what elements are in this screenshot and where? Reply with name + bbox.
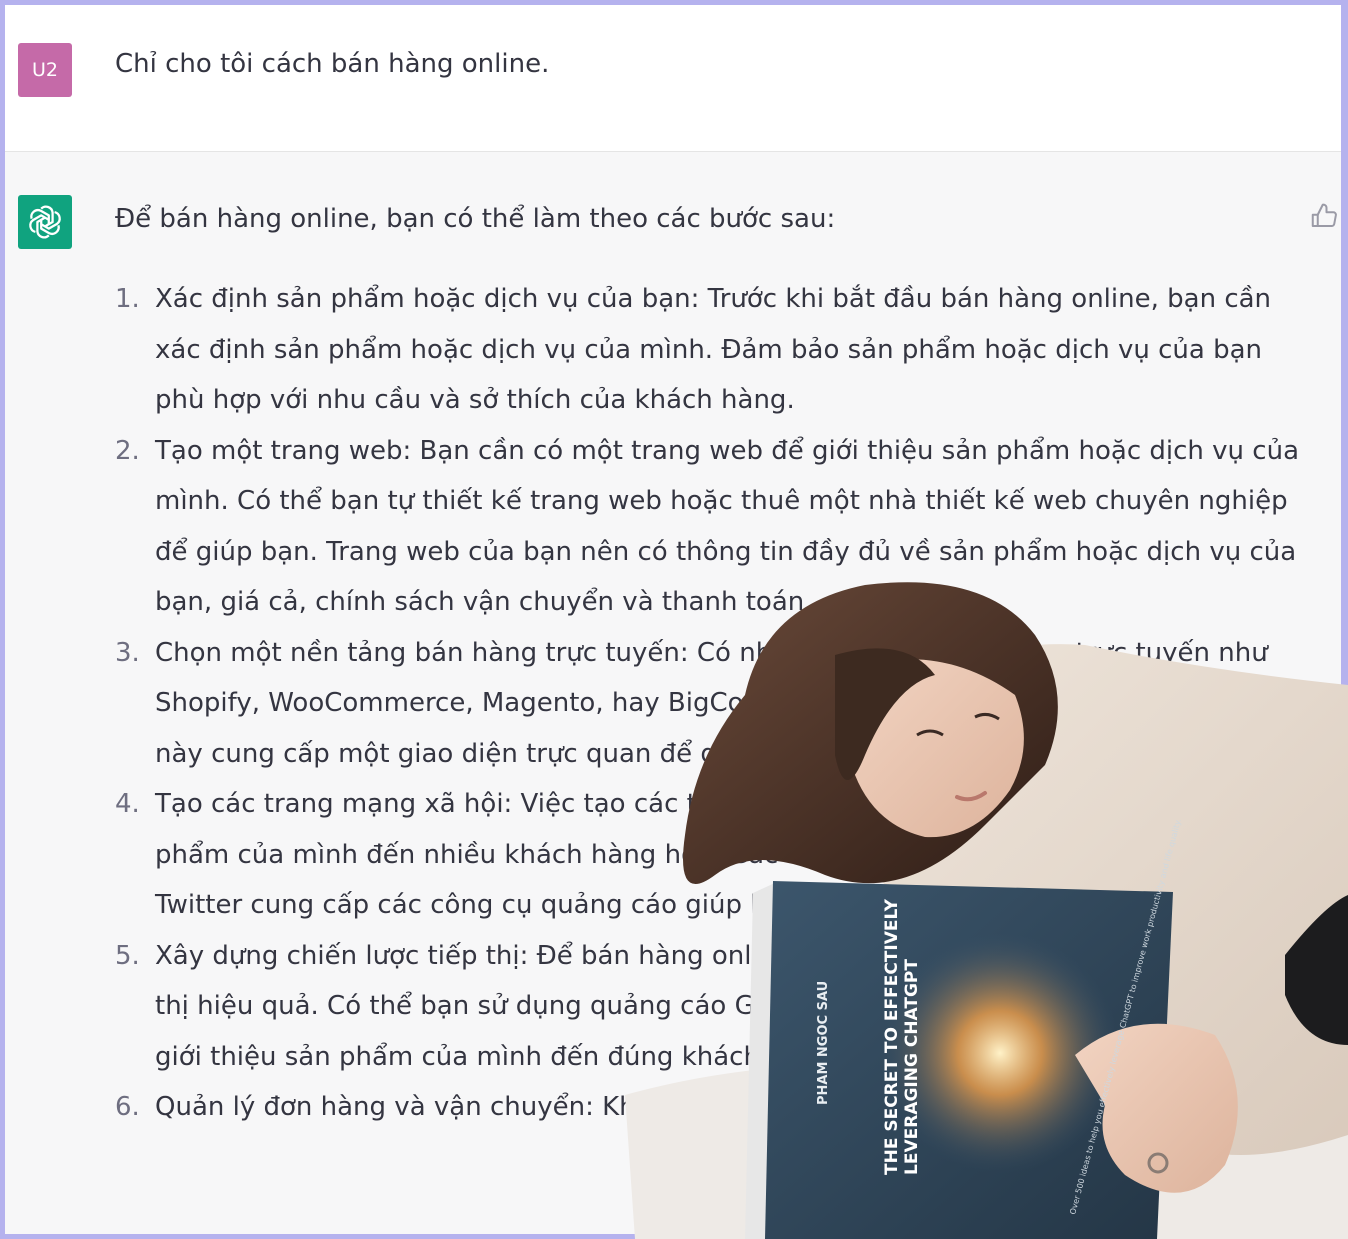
- assistant-avatar: [18, 195, 72, 249]
- book-title-line1: THE SECRET TO EFFECTIVELY: [882, 898, 902, 1175]
- list-item: 1. Xác định sản phẩm hoặc dịch vụ của bạn…: [115, 274, 1305, 426]
- list-number: 5.: [115, 940, 140, 971]
- list-item-text: Xác định sản phẩm hoặc dịch vụ của bạn: …: [155, 284, 1272, 415]
- user-avatar: U2: [18, 43, 72, 97]
- woman-reading-book-photo: PHAM NGOC SAU THE SECRET TO EFFECTIVELY …: [625, 582, 1348, 1239]
- user-message-text: Chỉ cho tôi cách bán hàng online.: [115, 49, 550, 79]
- list-number: 1.: [115, 284, 140, 314]
- user-message-row: U2 Chỉ cho tôi cách bán hàng online.: [5, 5, 1341, 152]
- thumbs-up-icon[interactable]: [1309, 201, 1339, 231]
- list-number: 3.: [115, 637, 140, 668]
- list-number: 2.: [115, 435, 140, 466]
- book-title-line2: LEVERAGING CHATGPT: [902, 959, 922, 1175]
- openai-logo-icon: [29, 205, 61, 239]
- assistant-intro: Để bán hàng online, bạn có thể làm theo …: [115, 204, 836, 234]
- list-number: 4.: [115, 789, 140, 819]
- list-number: 6.: [115, 1092, 140, 1122]
- book-author: PHAM NGOC SAU: [816, 981, 831, 1105]
